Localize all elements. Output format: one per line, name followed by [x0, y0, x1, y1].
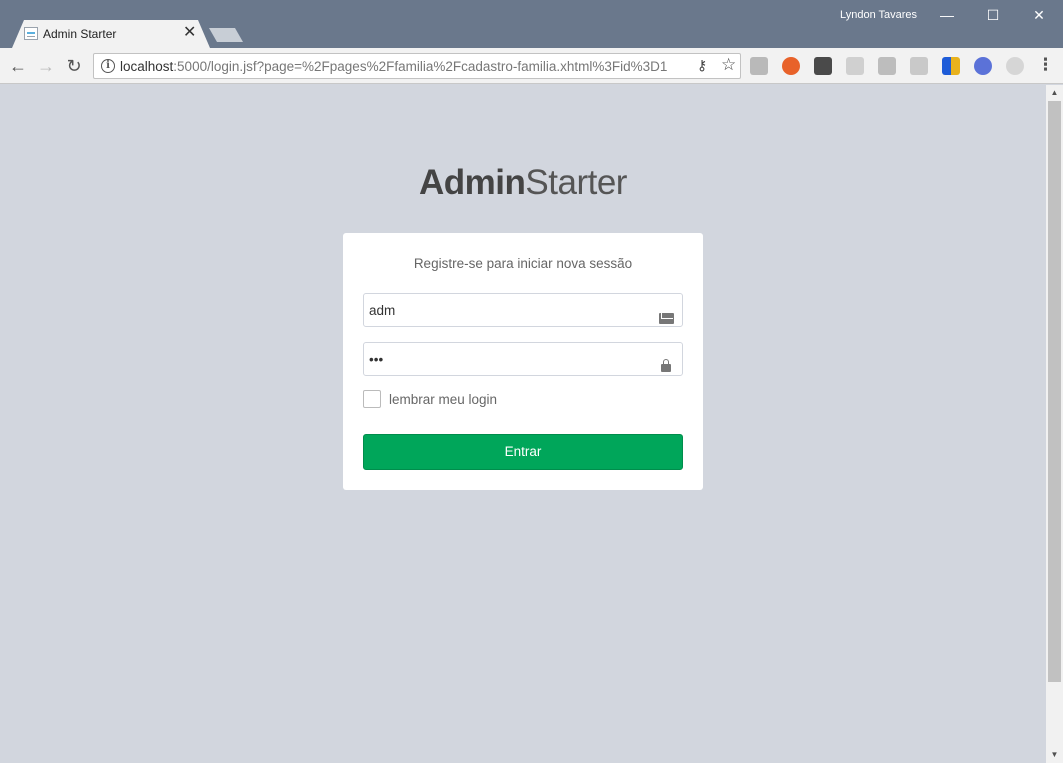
address-bar[interactable]: i localhost:5000/login.jsf?page=%2Fpages…: [93, 53, 741, 79]
pocket-icon[interactable]: [814, 57, 832, 75]
forward-button[interactable]: →: [34, 54, 58, 78]
close-window-button[interactable]: ✕: [1024, 4, 1054, 26]
url-path: :5000/login.jsf?page=%2Fpages%2Ffamilia%…: [173, 59, 668, 74]
address-url[interactable]: localhost:5000/login.jsf?page=%2Fpages%2…: [120, 59, 667, 74]
camera-icon[interactable]: [878, 57, 896, 75]
bookmark-star-icon[interactable]: ☆: [721, 55, 736, 75]
extension-circle-icon[interactable]: [1006, 57, 1024, 75]
page-viewport: AdminStarter Registre-se para iniciar no…: [0, 85, 1046, 763]
password-field[interactable]: [363, 342, 683, 376]
scroll-up-icon[interactable]: ▲: [1046, 85, 1063, 101]
extension-orange-icon[interactable]: [782, 57, 800, 75]
scroll-thumb[interactable]: [1048, 101, 1061, 682]
remember-checkbox[interactable]: [363, 390, 381, 408]
scroll-down-icon[interactable]: ▼: [1046, 747, 1063, 763]
site-info-icon[interactable]: i: [101, 59, 115, 73]
username-field[interactable]: [363, 293, 683, 327]
login-box-message: Registre-se para iniciar nova sessão: [413, 256, 633, 271]
new-tab-button[interactable]: [209, 28, 243, 42]
page-favicon-icon: [24, 27, 38, 40]
browser-menu-icon[interactable]: ⋮: [1037, 55, 1054, 75]
username-input[interactable]: [364, 294, 682, 326]
browser-titlebar: Admin Starter ✕ Lyndon Tavares — ☐ ✕: [0, 0, 1063, 48]
url-host: localhost: [120, 59, 174, 74]
password-input[interactable]: [364, 343, 682, 375]
acrobat-icon[interactable]: [750, 57, 768, 75]
logo-light-text: Starter: [525, 163, 627, 202]
minimize-button[interactable]: —: [932, 4, 962, 26]
extension-gray-icon[interactable]: [846, 57, 864, 75]
back-button[interactable]: ←: [6, 54, 30, 78]
extension-doc-icon[interactable]: [910, 57, 928, 75]
logo-bold-text: Admin: [419, 163, 526, 202]
r-extension-icon[interactable]: [974, 57, 992, 75]
extension-color-icon[interactable]: [942, 57, 960, 75]
app-logo[interactable]: AdminStarter: [0, 163, 1046, 203]
tab-title: Admin Starter: [43, 27, 117, 41]
tab-close-icon[interactable]: ✕: [183, 24, 196, 42]
lock-icon: [661, 359, 671, 372]
browser-tab[interactable]: Admin Starter ✕: [12, 20, 210, 48]
key-icon[interactable]: ⚷: [697, 57, 707, 74]
browser-toolbar: ← → ↻ i localhost:5000/login.jsf?page=%2…: [0, 48, 1063, 84]
login-button[interactable]: Entrar: [363, 434, 683, 470]
login-box: Registre-se para iniciar nova sessão lem…: [343, 233, 703, 490]
profile-name[interactable]: Lyndon Tavares: [840, 9, 917, 21]
maximize-button[interactable]: ☐: [978, 4, 1008, 26]
page-scrollbar[interactable]: ▲ ▼: [1046, 85, 1063, 763]
envelope-icon: [659, 313, 674, 324]
remember-label[interactable]: lembrar meu login: [389, 392, 497, 407]
reload-button[interactable]: ↻: [62, 54, 86, 78]
